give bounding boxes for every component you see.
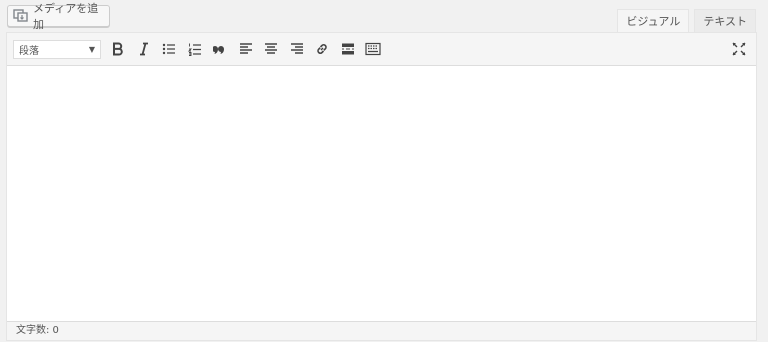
editor-statusbar: 文字数: 0 [7,321,756,340]
align-right-button[interactable] [286,38,308,60]
bold-icon [111,42,125,56]
numbered-list-button[interactable] [184,38,206,60]
tab-text[interactable]: テキスト [694,9,756,32]
blockquote-icon [213,42,227,56]
add-media-button[interactable]: メディアを追加 [7,2,110,31]
bulleted-list-button[interactable] [158,38,180,60]
toolbar-toggle-icon [365,42,381,56]
bulleted-list-icon [162,42,176,56]
read-more-tag-button[interactable] [337,38,359,60]
editor-content-area[interactable] [7,66,756,320]
align-center-icon [264,42,278,56]
distraction-free-button[interactable] [728,38,750,60]
format-select[interactable]: 段落 ▼ [13,39,101,59]
editor-tabs: ビジュアル テキスト [612,9,756,32]
bold-button[interactable] [107,38,129,60]
blockquote-button[interactable] [209,38,231,60]
editor-header: メディアを追加 ビジュアル テキスト [0,0,768,33]
numbered-list-icon [187,42,202,56]
word-count: 文字数: 0 [16,325,59,336]
add-media-icon [13,9,29,23]
insert-link-button[interactable] [311,38,333,60]
align-right-icon [290,42,304,56]
italic-icon [137,42,151,56]
tab-visual[interactable]: ビジュアル [617,9,690,32]
add-media-label: メディアを追加 [33,2,99,31]
italic-button[interactable] [133,38,155,60]
insert-link-icon [315,42,329,56]
editor-toolbar: 段落 ▼ [7,33,756,66]
toolbar-toggle-button[interactable] [362,38,384,60]
editor-container: 段落 ▼ 文字数: 0 [6,32,757,341]
format-select-value: 段落 [19,45,39,57]
distraction-free-icon [732,42,746,56]
align-left-button[interactable] [235,38,257,60]
align-left-icon [239,42,253,56]
chevron-down-icon: ▼ [88,44,95,54]
align-center-button[interactable] [260,38,282,60]
read-more-tag-icon [341,42,355,56]
